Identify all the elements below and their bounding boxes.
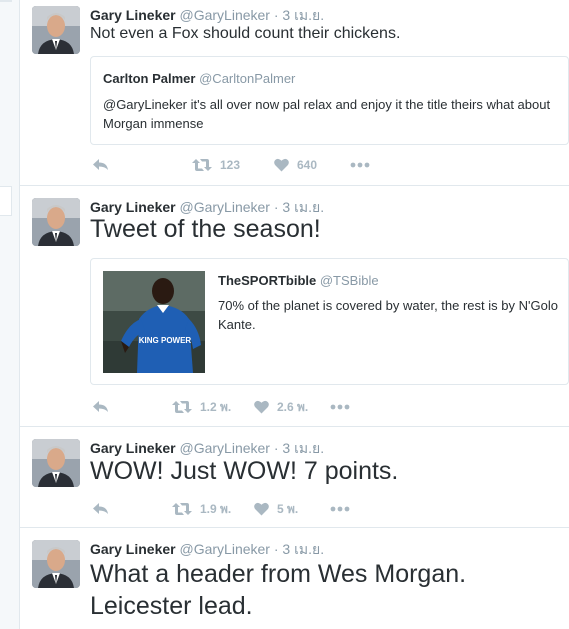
retweet-button[interactable]: 1.9 พ. [172,499,231,519]
tweet-actions: 1.2 พ. 2.6 พ. [90,397,390,417]
more-button[interactable] [330,499,350,519]
like-count: 2.6 พ. [277,399,309,414]
author-handle[interactable]: @GaryLineker [180,541,270,557]
quoted-author: Carlton Palmer @CarltonPalmer [103,71,295,86]
retweet-count: 123 [220,158,241,172]
author-handle[interactable]: @GaryLineker [180,440,270,456]
tweet-text: Not even a Fox should count their chicke… [90,25,401,42]
reply-icon [93,401,108,412]
reply-button[interactable] [92,397,109,417]
author-name[interactable]: Gary Lineker [90,7,176,23]
more-button[interactable] [350,155,370,175]
reply-icon [93,503,108,514]
quoted-author-name: TheSPORTbible [218,273,317,288]
quoted-text: 70% of the planet is covered by water, t… [218,298,558,332]
panel-edge-segment [0,0,12,2]
tweet-item[interactable]: Gary Lineker @GaryLineker · 3 เม.ย. What… [20,528,569,629]
quoted-author-handle: @TSBible [319,273,379,288]
like-button[interactable]: 2.6 พ. [254,397,308,417]
more-button[interactable] [330,397,350,417]
quoted-author-name: Carlton Palmer [103,71,196,86]
separator: · [269,7,283,23]
shirt-sponsor-text: KING POWER [139,336,192,345]
avatar[interactable] [32,198,80,246]
panel-edge-segment [0,186,12,216]
avatar-image [32,540,80,588]
retweet-icon [192,159,212,171]
like-count: 640 [297,158,318,172]
avatar-image [32,198,80,246]
more-icon [330,506,350,512]
timestamp[interactable]: 3 เม.ย. [282,440,324,456]
timeline: Gary Lineker @GaryLineker · 3 เม.ย. Not … [20,0,569,629]
like-button[interactable]: 640 [274,155,317,175]
like-count: 5 พ. [277,501,299,516]
retweet-button[interactable]: 1.2 พ. [172,397,231,417]
like-icon [254,502,269,516]
separator: · [269,541,283,557]
author-handle[interactable]: @GaryLineker [180,199,270,215]
retweet-count: 1.9 พ. [200,501,232,516]
quoted-author-handle: @CarltonPalmer [199,71,296,86]
quoted-tweet[interactable]: KING POWER TheSPORTbible @TSBible 70% of… [90,258,569,385]
avatar[interactable] [32,439,80,487]
separator: · [269,199,283,215]
tweet-header: Gary Lineker @GaryLineker · 3 เม.ย. [90,5,324,27]
quoted-author: TheSPORTbible @TSBible [218,273,379,288]
more-icon [350,162,370,168]
tweet-item[interactable]: Gary Lineker @GaryLineker · 3 เม.ย. Twee… [20,186,569,427]
reply-button[interactable] [92,155,109,175]
left-panel-edge [0,0,20,629]
avatar[interactable] [32,6,80,54]
author-name[interactable]: Gary Lineker [90,541,176,557]
tweet-item[interactable]: Gary Lineker @GaryLineker · 3 เม.ย. WOW!… [20,427,569,528]
retweet-icon [172,401,192,413]
like-icon [274,158,289,172]
author-name[interactable]: Gary Lineker [90,199,176,215]
separator: · [269,440,283,456]
reply-icon [93,159,108,170]
author-handle[interactable]: @GaryLineker [180,7,270,23]
tweet-text-line: What a header from Wes Morgan. [90,560,467,588]
timestamp[interactable]: 3 เม.ย. [282,199,324,215]
timestamp[interactable]: 3 เม.ย. [282,7,324,23]
tweet-text-line: Leicester lead. [90,592,253,620]
quoted-media-image[interactable]: KING POWER [103,271,205,373]
tweet-text: What a header from Wes Morgan. Leicester… [90,558,466,622]
timestamp[interactable]: 3 เม.ย. [282,541,324,557]
reply-button[interactable] [92,499,109,519]
tweet-text: WOW! Just WOW! 7 points. [90,457,399,485]
tweet-actions: 123 640 [90,155,390,175]
tweet-item[interactable]: Gary Lineker @GaryLineker · 3 เม.ย. Not … [20,0,569,186]
avatar[interactable] [32,540,80,588]
quoted-tweet[interactable]: Carlton Palmer @CarltonPalmer @GaryLinek… [90,56,569,145]
quoted-text: @GaryLineker it's all over now pal relax… [103,97,551,131]
retweet-count: 1.2 พ. [200,399,232,414]
avatar-image [32,6,80,54]
author-name[interactable]: Gary Lineker [90,440,176,456]
like-icon [254,400,269,414]
avatar-image [32,439,80,487]
tweet-text: Tweet of the season! [90,215,321,243]
like-button[interactable]: 5 พ. [254,499,298,519]
player-photo: KING POWER [103,271,205,373]
retweet-button[interactable]: 123 [192,155,240,175]
retweet-icon [172,503,192,515]
more-icon [330,404,350,410]
tweet-actions: 1.9 พ. 5 พ. [90,499,390,519]
